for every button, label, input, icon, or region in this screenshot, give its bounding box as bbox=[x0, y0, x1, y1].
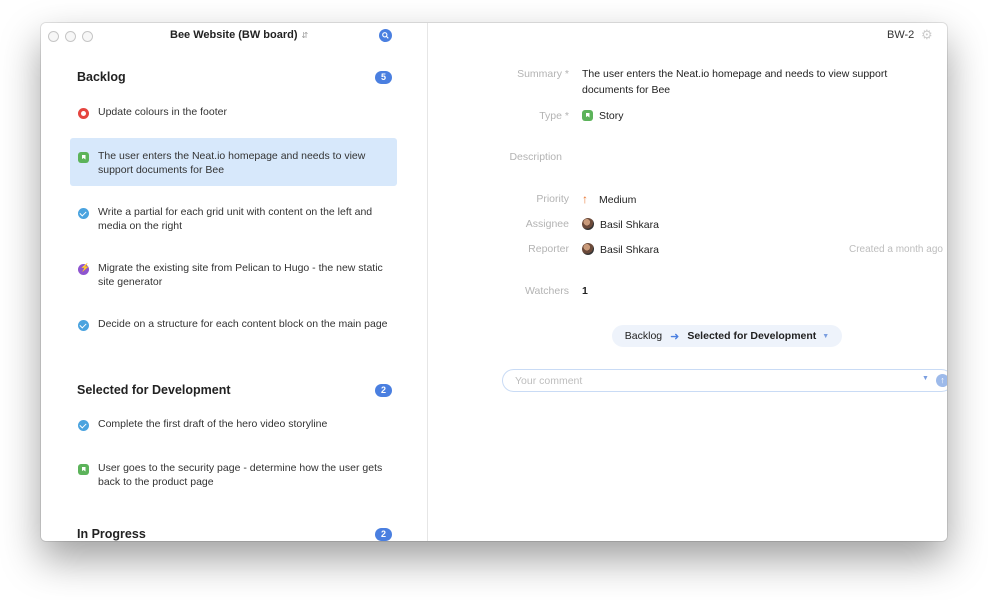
task-item[interactable]: Write a partial for each grid unit with … bbox=[70, 200, 397, 239]
reporter-field[interactable]: Basil Shkara bbox=[582, 243, 659, 256]
board-sidebar: Bee Website (BW board) ⇵ Backlog 5 Updat… bbox=[41, 23, 427, 541]
task-title: Write a partial for each grid unit with … bbox=[98, 206, 373, 232]
section-title: Selected for Development bbox=[77, 383, 231, 397]
issue-detail-panel: BW-2 ⚙ Summary * The user enters the Nea… bbox=[428, 23, 947, 541]
watchers-count[interactable]: 1 bbox=[582, 285, 588, 297]
task-item[interactable]: Complete the first draft of the hero vid… bbox=[70, 412, 397, 438]
search-icon bbox=[382, 32, 389, 39]
task-item-selected[interactable]: The user enters the Neat.io homepage and… bbox=[70, 138, 397, 186]
arrow-up-icon: ↑ bbox=[582, 192, 588, 206]
priority-field[interactable]: ↑ Medium bbox=[582, 192, 636, 206]
task-item[interactable]: User goes to the security page - determi… bbox=[70, 456, 397, 495]
priority-label: Priority bbox=[536, 193, 569, 205]
avatar bbox=[582, 243, 594, 255]
type-value: Story bbox=[599, 110, 624, 122]
type-label: Type * bbox=[539, 110, 569, 122]
board-title: Bee Website (BW board) bbox=[170, 29, 298, 41]
chevron-updown-icon: ⇵ bbox=[301, 30, 309, 40]
close-window-button[interactable] bbox=[48, 31, 59, 42]
reporter-name: Basil Shkara bbox=[600, 244, 659, 256]
task-title: The user enters the Neat.io homepage and… bbox=[98, 150, 366, 176]
zoom-window-button[interactable] bbox=[82, 31, 93, 42]
created-timestamp: Created a month ago bbox=[849, 244, 943, 255]
section-header-selected-for-development[interactable]: Selected for Development 2 bbox=[77, 383, 392, 397]
status-transition-button[interactable]: Backlog ➜ Selected for Development ▼ bbox=[612, 325, 842, 347]
minimize-window-button[interactable] bbox=[65, 31, 76, 42]
task-check-icon bbox=[78, 208, 89, 219]
story-icon bbox=[78, 464, 89, 475]
search-button[interactable] bbox=[379, 29, 392, 42]
watchers-label: Watchers bbox=[525, 285, 569, 297]
chevron-down-icon[interactable]: ▼ bbox=[922, 375, 929, 382]
story-icon bbox=[78, 152, 89, 163]
issue-key: BW-2 bbox=[887, 29, 915, 41]
status-from: Backlog bbox=[624, 330, 663, 342]
summary-field[interactable]: The user enters the Neat.io homepage and… bbox=[582, 67, 922, 98]
avatar bbox=[582, 218, 594, 230]
section-title: In Progress bbox=[77, 527, 146, 541]
section-header-backlog[interactable]: Backlog 5 bbox=[77, 70, 392, 84]
task-item[interactable]: Decide on a structure for each content b… bbox=[70, 312, 397, 338]
section-title: Backlog bbox=[77, 70, 126, 84]
assignee-label: Assignee bbox=[525, 218, 569, 230]
app-window: Bee Website (BW board) ⇵ Backlog 5 Updat… bbox=[41, 23, 947, 541]
task-title: Migrate the existing site from Pelican t… bbox=[98, 262, 383, 288]
count-badge: 5 bbox=[374, 70, 392, 84]
bug-icon bbox=[78, 108, 89, 119]
send-icon[interactable]: ↑ bbox=[936, 374, 947, 387]
section-header-in-progress[interactable]: In Progress 2 bbox=[77, 527, 392, 541]
type-field[interactable]: Story bbox=[582, 110, 624, 122]
epic-lightning-icon bbox=[78, 263, 90, 275]
task-check-icon bbox=[78, 320, 89, 331]
assignee-field[interactable]: Basil Shkara bbox=[582, 218, 659, 231]
status-to: Selected for Development bbox=[687, 330, 817, 342]
board-selector[interactable]: Bee Website (BW board) ⇵ bbox=[170, 29, 308, 41]
task-title: User goes to the security page - determi… bbox=[98, 462, 383, 488]
task-title: Complete the first draft of the hero vid… bbox=[98, 418, 328, 430]
comment-box: ▼ ↑ bbox=[502, 369, 947, 392]
gear-icon[interactable]: ⚙ bbox=[921, 28, 934, 41]
comment-input[interactable] bbox=[513, 373, 907, 388]
reporter-label: Reporter bbox=[528, 243, 569, 255]
chevron-down-icon: ▼ bbox=[822, 332, 830, 340]
task-check-icon bbox=[78, 420, 89, 431]
task-item[interactable]: Update colours in the footer bbox=[70, 100, 397, 126]
assignee-name: Basil Shkara bbox=[600, 219, 659, 231]
description-label[interactable]: Description bbox=[482, 151, 562, 163]
window-controls bbox=[48, 31, 93, 42]
task-item[interactable]: Migrate the existing site from Pelican t… bbox=[70, 256, 397, 295]
story-icon bbox=[582, 110, 593, 121]
summary-label: Summary * bbox=[517, 68, 569, 80]
count-badge: 2 bbox=[374, 527, 392, 541]
priority-value: Medium bbox=[599, 194, 637, 206]
task-title: Update colours in the footer bbox=[98, 106, 227, 118]
arrow-right-icon: ➜ bbox=[670, 330, 680, 343]
count-badge: 2 bbox=[374, 383, 392, 397]
task-title: Decide on a structure for each content b… bbox=[98, 318, 388, 330]
